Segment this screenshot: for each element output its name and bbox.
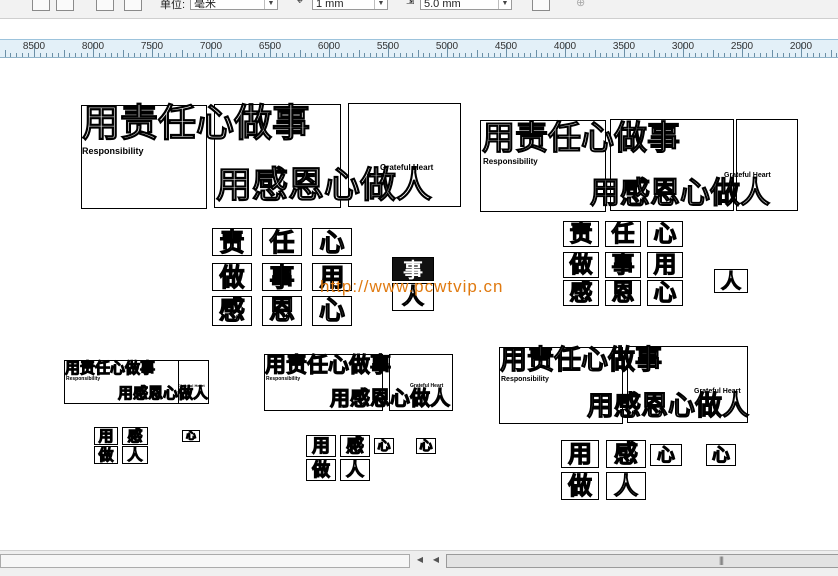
- seal-stamp[interactable]: 做: [94, 446, 118, 464]
- slogan-line-1: 用责任心做事: [81, 101, 311, 145]
- scroll-left-icon[interactable]: ◀: [414, 553, 426, 567]
- ruler-label: 7500: [140, 41, 164, 52]
- slogan-line-2: 用感恩心做人: [117, 384, 209, 402]
- seal-stamp[interactable]: 用: [647, 252, 683, 278]
- seal-stamp[interactable]: 责: [563, 221, 599, 247]
- seal-stamp[interactable]: 任: [605, 221, 641, 247]
- english-caption: Grateful Heart: [380, 163, 434, 172]
- horizontal-scrollbar[interactable]: ◀ ◀ |||: [0, 550, 838, 570]
- nudge-value: 1 mm: [316, 0, 344, 10]
- seal-stamp[interactable]: 心: [374, 438, 394, 454]
- landscape-icon[interactable]: [56, 0, 74, 11]
- seal-stamp[interactable]: 感: [606, 440, 646, 468]
- page-navigator[interactable]: [0, 554, 410, 568]
- seal-stamp[interactable]: 心: [706, 444, 736, 466]
- ruler-label: 2000: [789, 41, 813, 52]
- ruler-label: 5000: [435, 41, 459, 52]
- nudge-distance-input[interactable]: 1 mm ▼: [312, 0, 388, 10]
- ruler-label: 3000: [671, 41, 695, 52]
- slogan-line-1: 用责任心做事: [265, 353, 392, 377]
- seal-stamp[interactable]: 用: [561, 440, 599, 468]
- status-bar: [0, 570, 838, 576]
- slogan-line-2: 用感恩心做人: [330, 386, 451, 410]
- seal-stamp[interactable]: 人: [714, 269, 748, 293]
- seal-stamp[interactable]: 用: [94, 427, 118, 445]
- property-bar: 单位: 毫米 ▼ ⌖ 1 mm ▼ ⇲ 5.0 mm ▼ ⊕: [0, 0, 838, 19]
- ruler-label: 5500: [376, 41, 400, 52]
- seal-stamp[interactable]: 感: [122, 427, 148, 445]
- seal-stamp[interactable]: 感: [563, 280, 599, 306]
- ruler-label: 8000: [81, 41, 105, 52]
- seal-stamp[interactable]: 人: [340, 459, 370, 481]
- seal-stamp[interactable]: 人: [122, 446, 148, 464]
- slogan-line-1: 用责任心做事: [500, 345, 663, 376]
- ruler-label: 3500: [612, 41, 636, 52]
- seal-stamp[interactable]: 恩: [262, 296, 302, 326]
- seal-stamp[interactable]: 心: [647, 221, 683, 247]
- current-page-icon[interactable]: [124, 0, 142, 11]
- options-icon[interactable]: [532, 0, 550, 11]
- seal-stamp[interactable]: 感: [340, 435, 370, 457]
- english-caption: Responsibility: [483, 157, 538, 166]
- seal-stamp[interactable]: 事: [262, 263, 302, 291]
- slogan-line-2: 用感恩心做人: [215, 165, 433, 206]
- ruler-label: 6500: [258, 41, 282, 52]
- ruler-label: 2500: [730, 41, 754, 52]
- seal-stamp[interactable]: 恩: [605, 280, 641, 306]
- slogan-line-2: 用感恩心做人: [590, 176, 771, 211]
- units-value: 毫米: [194, 0, 216, 10]
- seal-stamp[interactable]: 心: [647, 280, 683, 306]
- english-caption: Grateful Heart: [694, 388, 741, 395]
- seal-stamp[interactable]: 用: [306, 435, 336, 457]
- ruler-label: 4000: [553, 41, 577, 52]
- units-label: 单位:: [160, 0, 186, 11]
- seal-stamp[interactable]: 心: [182, 430, 200, 442]
- chevron-down-icon[interactable]: ▼: [264, 0, 277, 9]
- english-caption: Grateful Heart: [724, 172, 771, 179]
- seal-stamp[interactable]: 感: [212, 296, 252, 326]
- seal-stamp[interactable]: 心: [416, 438, 436, 454]
- spinner-icon[interactable]: ▼: [374, 0, 387, 9]
- seal-stamp[interactable]: 事: [605, 252, 641, 278]
- watermark-text: http://www.pcwtvip.cn: [320, 277, 504, 296]
- all-pages-icon[interactable]: [96, 0, 114, 11]
- scroll-left-icon[interactable]: ◀: [430, 553, 442, 567]
- seal-stamp[interactable]: 做: [561, 472, 599, 500]
- english-caption: Responsibility: [82, 146, 144, 156]
- english-caption: Responsibility: [66, 376, 101, 382]
- seal-stamp[interactable]: 心: [312, 228, 352, 256]
- english-caption: Grateful Heart: [178, 383, 205, 388]
- ruler-label: 4500: [494, 41, 518, 52]
- slogan-line-2: 用感恩心做人: [587, 391, 750, 422]
- seal-stamp[interactable]: 做: [563, 252, 599, 278]
- duplicate-distance-icon: ⇲: [406, 0, 415, 7]
- nudge-icon: ⌖: [297, 0, 303, 7]
- english-caption: Responsibility: [501, 376, 549, 383]
- seal-stamp[interactable]: 责: [212, 228, 252, 256]
- seal-stamp[interactable]: 心: [312, 296, 352, 326]
- ruler-label: 8500: [22, 41, 46, 52]
- seal-stamp[interactable]: 心: [650, 444, 682, 466]
- ruler-ticks: [5, 43, 837, 57]
- slogan-line-1: 用责任心做事: [482, 118, 681, 157]
- ruler-label: 6000: [317, 41, 341, 52]
- english-caption: Grateful Heart: [410, 383, 444, 389]
- english-caption: Responsibility: [266, 376, 301, 382]
- spinner-icon[interactable]: ▼: [498, 0, 511, 9]
- ruler-label: 7000: [199, 41, 223, 52]
- horizontal-ruler[interactable]: 8500 8000 7500 7000 6500 6000 5500 5000 …: [0, 39, 838, 58]
- slogan-line-1: 用责任心做事: [64, 359, 156, 377]
- add-icon[interactable]: ⊕: [576, 0, 585, 9]
- duplicate-distance-input[interactable]: 5.0 mm ▼: [420, 0, 512, 10]
- toolbar-gap: [0, 19, 838, 39]
- scrollbar-thumb[interactable]: |||: [446, 554, 838, 568]
- seal-stamp[interactable]: 做: [306, 459, 336, 481]
- duplicate-value: 5.0 mm: [424, 0, 461, 10]
- units-select[interactable]: 毫米 ▼: [190, 0, 278, 10]
- seal-stamp[interactable]: 人: [606, 472, 646, 500]
- scrollbar-grip: |||: [719, 555, 724, 565]
- seal-stamp[interactable]: 任: [262, 228, 302, 256]
- seal-stamp[interactable]: 做: [212, 263, 252, 291]
- portrait-icon[interactable]: [32, 0, 50, 11]
